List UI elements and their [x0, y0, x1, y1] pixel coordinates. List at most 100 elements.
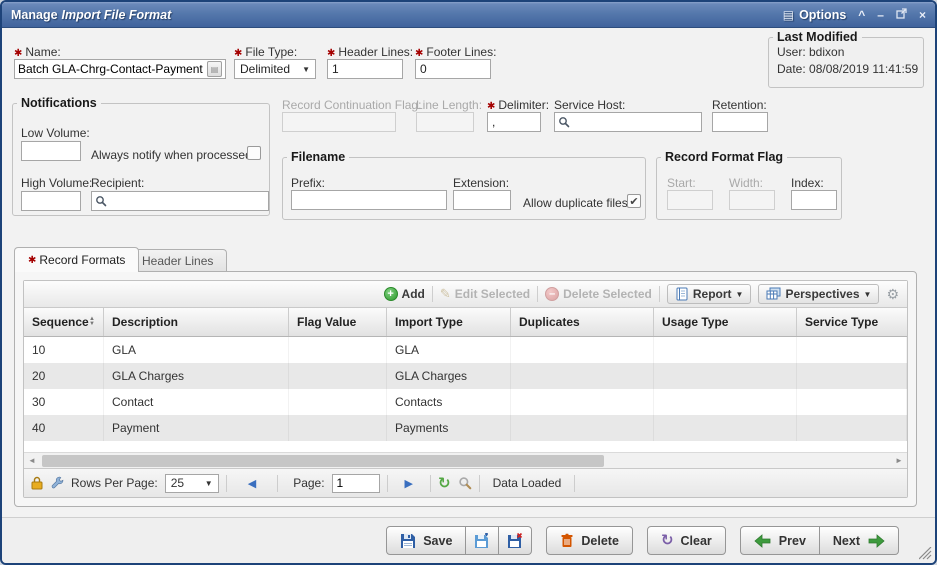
manage-import-file-format-dialog: ManageImport File Format ▤ Options ^ – ×… — [0, 0, 937, 565]
rows-per-page-select[interactable]: 25 ▼ — [165, 474, 219, 493]
cell-duplicates — [511, 337, 654, 363]
delimiter-label: ✱Delimiter: — [487, 98, 549, 112]
options-button[interactable]: ▤ Options — [783, 8, 847, 22]
file-type-value: Delimited — [240, 62, 290, 76]
file-type-label: ✱File Type: — [234, 45, 297, 59]
pager-separator — [226, 475, 227, 492]
grid-empty-space — [24, 441, 907, 452]
search-icon[interactable] — [558, 116, 570, 128]
column-header-usage-type[interactable]: Usage Type — [654, 308, 797, 336]
perspectives-button[interactable]: Perspectives ▼ — [758, 284, 879, 304]
always-notify-checkbox[interactable] — [247, 146, 261, 160]
tab-header-lines[interactable]: Header Lines — [128, 249, 227, 272]
minimize-button[interactable]: – — [877, 9, 884, 21]
record-continuation-flag-input — [282, 112, 396, 132]
filename-legend: Filename — [287, 150, 349, 164]
recipient-label: Recipient: — [91, 176, 144, 190]
extension-input[interactable] — [453, 190, 511, 210]
always-notify-label: Always notify when processed: — [91, 148, 255, 162]
cell-service-type — [797, 337, 907, 363]
search-icon[interactable] — [95, 195, 107, 207]
service-host-input[interactable] — [573, 115, 698, 129]
column-header-service-type[interactable]: Service Type — [797, 308, 907, 336]
prefix-input[interactable] — [291, 190, 447, 210]
popout-icon — [896, 8, 907, 19]
save-and-new-button[interactable] — [466, 526, 499, 555]
scroll-thumb[interactable] — [42, 455, 604, 467]
chevron-down-icon: ▼ — [864, 290, 872, 299]
recipient-input[interactable] — [110, 194, 265, 208]
gear-icon[interactable]: ⚙ — [886, 286, 899, 303]
last-modified-user: User: bdixon — [777, 45, 923, 59]
prev-next-group: Prev Next — [740, 526, 899, 555]
header-lines-input[interactable] — [327, 59, 403, 79]
name-input[interactable] — [18, 62, 204, 76]
high-volume-label: High Volume: — [21, 176, 92, 190]
save-and-close-button[interactable] — [499, 526, 532, 555]
pager-separator — [387, 475, 388, 492]
service-host-field — [554, 112, 702, 132]
name-label: ✱Name: — [14, 45, 61, 59]
column-header-flag-value[interactable]: Flag Value — [289, 308, 387, 336]
cell-usage-type — [654, 363, 797, 389]
refresh-button[interactable]: ↻ — [438, 476, 451, 491]
next-page-button[interactable]: ▶ — [405, 477, 413, 490]
pager-separator — [574, 475, 575, 492]
cell-service-type — [797, 415, 907, 441]
popout-button[interactable] — [896, 8, 907, 21]
chevron-down-icon: ▼ — [736, 290, 744, 299]
toolbar-separator — [537, 286, 538, 302]
next-button[interactable]: Next — [820, 526, 899, 555]
notifications-legend: Notifications — [17, 96, 101, 110]
column-header-description[interactable]: Description — [104, 308, 289, 336]
retention-input[interactable] — [712, 112, 768, 132]
search-button[interactable] — [458, 476, 472, 490]
close-button[interactable]: × — [919, 9, 926, 21]
clear-button[interactable]: ↻ Clear — [647, 526, 726, 555]
delimiter-input[interactable] — [487, 112, 541, 132]
index-input[interactable] — [791, 190, 837, 210]
footer-lines-input[interactable] — [415, 59, 491, 79]
resize-handle[interactable] — [919, 547, 932, 560]
cell-description: Payment — [104, 415, 289, 441]
scroll-right-button[interactable]: ► — [891, 456, 907, 465]
scroll-left-button[interactable]: ◄ — [24, 456, 40, 465]
file-type-select[interactable]: Delimited ▼ — [234, 59, 316, 79]
low-volume-input[interactable] — [21, 141, 81, 161]
page-input[interactable] — [332, 474, 380, 493]
table-row[interactable]: 10 GLA GLA — [24, 337, 907, 363]
required-icon: ✱ — [14, 48, 22, 59]
low-volume-label: Low Volume: — [21, 126, 90, 140]
delete-selected-button[interactable]: – Delete Selected — [545, 287, 652, 301]
rows-per-page-label: Rows Per Page: — [71, 476, 158, 490]
delete-button[interactable]: Delete — [546, 526, 633, 555]
tab-record-formats[interactable]: ✱ Record Formats — [14, 247, 139, 272]
expand-editor-icon[interactable]: ▤ — [207, 61, 222, 77]
save-icon — [400, 533, 416, 549]
scroll-track[interactable] — [40, 454, 891, 468]
wrench-icon[interactable] — [50, 476, 64, 490]
edit-selected-button[interactable]: ✎ Edit Selected — [440, 286, 530, 302]
record-formats-panel: + Add ✎ Edit Selected – Delete Selected — [14, 271, 917, 507]
save-button[interactable]: Save — [386, 526, 466, 555]
table-row[interactable]: 40 Payment Payments — [24, 415, 907, 441]
high-volume-input[interactable] — [21, 191, 81, 211]
grid-toolbar: + Add ✎ Edit Selected – Delete Selected — [24, 281, 907, 308]
dialog-body: ✱Name: ▤ ✱File Type: Delimited ▼ ✱ Header… — [2, 28, 935, 563]
start-input — [667, 190, 713, 210]
prev-button[interactable]: Prev — [740, 526, 820, 555]
column-header-sequence[interactable]: Sequence ▲▼ — [24, 308, 104, 336]
pager: Rows Per Page: 25 ▼ ◀ Page: ▶ ↻ — [24, 468, 907, 497]
sort-icon[interactable]: ▲▼ — [89, 317, 95, 327]
table-row[interactable]: 30 Contact Contacts — [24, 389, 907, 415]
name-field: ▤ — [14, 59, 226, 79]
collapse-button[interactable]: ^ — [858, 9, 865, 21]
prev-page-button[interactable]: ◀ — [248, 477, 256, 490]
add-button[interactable]: + Add — [384, 287, 425, 301]
report-button[interactable]: Report ▼ — [667, 284, 752, 304]
column-header-import-type[interactable]: Import Type — [387, 308, 511, 336]
lock-icon[interactable] — [31, 476, 43, 490]
column-header-duplicates[interactable]: Duplicates — [511, 308, 654, 336]
table-row[interactable]: 20 GLA Charges GLA Charges — [24, 363, 907, 389]
allow-duplicates-checkbox[interactable]: ✔ — [627, 194, 641, 208]
